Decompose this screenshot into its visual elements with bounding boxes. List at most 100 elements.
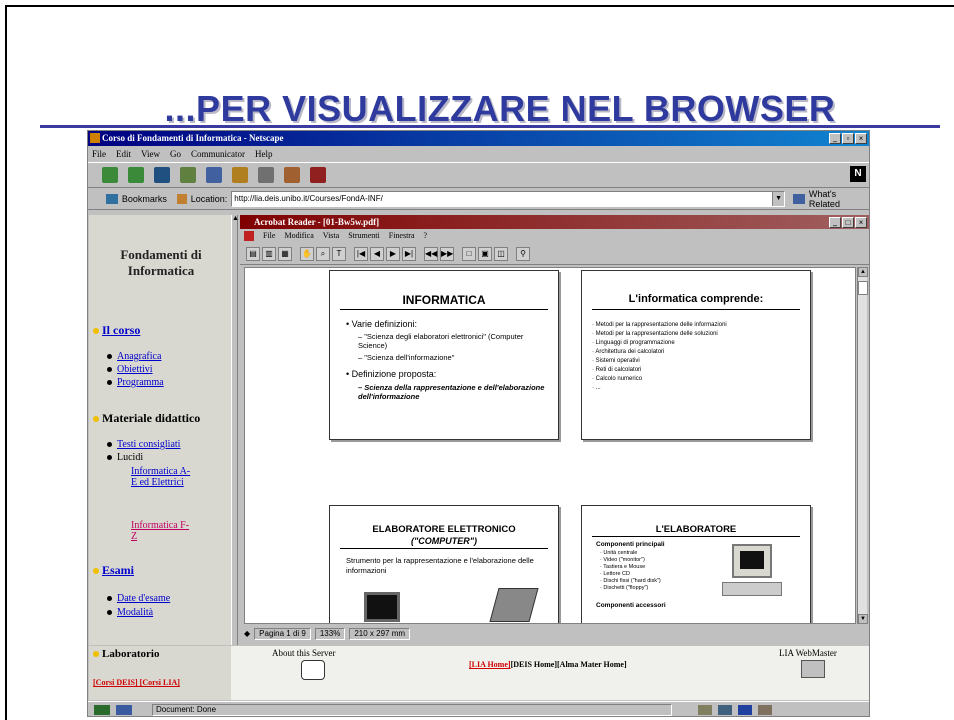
text-select-icon[interactable]: T [332,246,346,261]
link-il-corso[interactable]: Il corso [102,323,140,338]
pdf-slide-rule [592,309,800,310]
go-forward-icon[interactable]: ▶▶ [440,246,454,261]
nav-toggle-icon[interactable]: ◆ [244,629,250,638]
location-input[interactable]: http://lia.deis.unibo.it/Courses/FondA-I… [231,191,786,207]
menu-view[interactable]: View [141,146,160,162]
corsi-links[interactable]: [Corsi DEIS] [Corsi LIA] [93,678,180,687]
scroll-up-icon[interactable]: ▲ [858,267,868,277]
acro-menu-file[interactable]: File [263,229,275,243]
link-informatica-fz[interactable]: Informatica F-Z [131,520,189,542]
nav-item: Modalità [107,607,153,619]
status-text: Document: Done [152,703,672,716]
composer-icon[interactable] [758,704,772,715]
whats-related-button[interactable]: What's Related [809,189,869,209]
bookmarks-button[interactable]: Bookmarks [122,194,167,204]
pdf-slide: L'ELABORATORE Componenti principali · Un… [581,505,811,623]
close-button[interactable]: × [855,133,867,144]
scroll-up-icon[interactable]: ▲ [232,215,239,225]
netscape-guide-icon[interactable] [232,167,248,183]
acrobat-minimize-button[interactable]: _ [829,217,841,228]
menu-go[interactable]: Go [170,146,181,162]
fit-width-icon[interactable]: ◫ [494,246,508,261]
mail-status-icon[interactable] [718,704,732,715]
security-icon[interactable] [284,167,300,183]
home-links: [LIA Home][DEIS Home][Alma Mater Home] [469,660,627,669]
thumbnails-page-icon[interactable]: ▦ [278,246,292,261]
laboratorio-label: Laboratorio [102,648,160,660]
hand-tool-icon[interactable]: ✋ [300,246,314,261]
prev-page-icon[interactable]: ◀ [370,246,384,261]
disk-image [489,588,539,622]
pdf-bullet: • Varie definizioni: [346,319,418,329]
actual-size-icon[interactable]: □ [462,246,476,261]
zoom-indicator[interactable]: 133% [314,627,346,640]
find-icon[interactable]: ⚲ [516,246,530,261]
go-back-icon[interactable]: ◀◀ [424,246,438,261]
link-anagrafica[interactable]: Anagrafica [117,351,161,362]
acro-menu-help[interactable]: ? [424,229,428,243]
section-materiale: Materiale didattico [93,411,200,426]
link-programma[interactable]: Programma [117,377,164,388]
location-bar: Bookmarks Location: http://lia.deis.unib… [88,189,869,209]
search-icon[interactable] [206,167,222,183]
reload-icon[interactable] [154,167,170,183]
component-bar-icon[interactable] [698,704,712,715]
pdf-slide-subtitle: ("COMPUTER") [410,536,478,546]
acro-menu-strumenti[interactable]: Strumenti [348,229,380,243]
last-page-icon[interactable]: ▶| [402,246,416,261]
next-page-icon[interactable]: ▶ [386,246,400,261]
stop-icon[interactable] [310,167,326,183]
print-icon[interactable] [258,167,274,183]
page-only-icon[interactable]: ▤ [246,246,260,261]
back-icon[interactable] [102,167,118,183]
bookmarks-page-icon[interactable]: ▥ [262,246,276,261]
link-obiettivi[interactable]: Obiettivi [117,364,153,375]
monitor-image [364,592,400,622]
fit-page-icon[interactable]: ▣ [478,246,492,261]
other-home-links[interactable]: [DEIS Home][Alma Mater Home] [511,660,627,669]
pdf-slide-title: L'informatica comprende: [628,293,764,305]
menu-edit[interactable]: Edit [116,146,131,162]
acrobat-maximize-button[interactable]: □ [842,217,854,228]
mail-icon[interactable] [801,660,825,678]
pdf-subbullet: – "Scienza dell'informazione" [358,353,455,362]
pdf-document-area[interactable]: INFORMATICA • Varie definizioni: – "Scie… [244,267,856,624]
link-modalita[interactable]: Modalità [117,607,153,618]
scroll-down-icon[interactable]: ▼ [858,614,868,624]
chevron-down-icon[interactable]: ▼ [772,192,785,206]
acro-menu-finestra[interactable]: Finestra [389,229,415,243]
menu-help[interactable]: Help [255,146,273,162]
menu-communicator[interactable]: Communicator [191,146,245,162]
zoom-tool-icon[interactable]: ⌕ [316,246,330,261]
discussion-icon[interactable] [738,704,752,715]
browser-menubar: File Edit View Go Communicator Help [88,146,869,162]
bullet-icon [93,415,99,422]
first-page-icon[interactable]: |◀ [354,246,368,261]
whats-related-icon [793,194,805,204]
forward-icon[interactable] [128,167,144,183]
acrobat-close-button[interactable]: × [855,217,867,228]
page-indicator[interactable]: Pagina 1 di 9 [254,627,311,640]
link-date[interactable]: Date d'esame [117,593,170,604]
about-server-link[interactable]: About this Server [272,648,336,658]
scroll-thumb[interactable] [858,281,868,295]
acrobat-title: Acrobat Reader - [01-Bw5w.pdf] [254,217,380,227]
security-lock-icon[interactable] [94,704,110,715]
frame-separator[interactable]: ▲ [231,215,239,645]
pdf-bullet: • Definizione proposta: [346,369,437,379]
netscape-logo-icon [90,133,100,143]
link-testi[interactable]: Testi consigliati [117,439,180,450]
acro-menu-vista[interactable]: Vista [323,229,339,243]
link-informatica-ae[interactable]: Informatica A-E ed Elettrici [131,466,190,488]
materiale-label: Materiale didattico [102,411,201,425]
acrobat-doc-icon [244,231,254,241]
acro-menu-modifica[interactable]: Modifica [284,229,313,243]
link-esami[interactable]: Esami [102,563,134,578]
lia-home-link[interactable]: [LIA Home] [469,660,511,669]
pdf-vertical-scrollbar[interactable]: ▲ ▼ [857,267,868,624]
minimize-button[interactable]: _ [829,133,841,144]
menu-file[interactable]: File [92,146,106,162]
home-icon[interactable] [180,167,196,183]
browser-title: Corso di Fondamenti di Informatica - Net… [102,133,284,143]
maximize-button[interactable]: ▫ [842,133,854,144]
